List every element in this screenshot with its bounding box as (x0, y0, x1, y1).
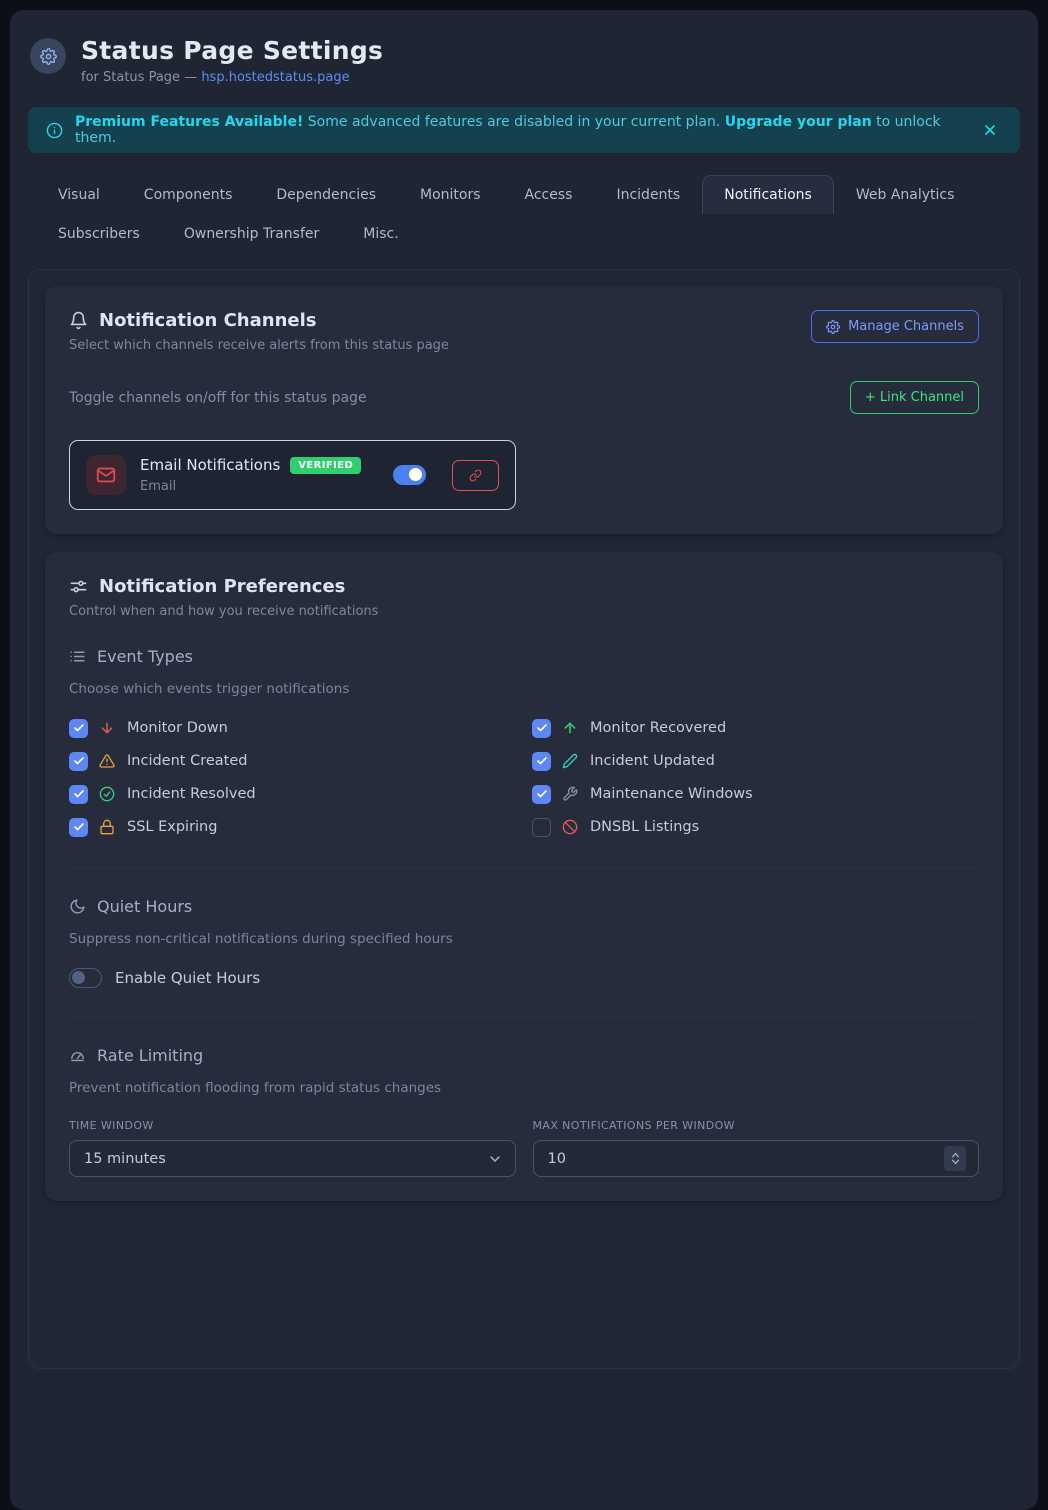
banner-close-icon[interactable] (978, 118, 1002, 142)
gear-icon (30, 38, 66, 74)
pencil-icon (562, 753, 579, 769)
quiet-hours-subtitle: Suppress non-critical notifications duri… (69, 931, 979, 947)
event-types-grid: Monitor Down Monitor Recovered Incident … (69, 716, 979, 839)
event-row-incident-updated[interactable]: Incident Updated (532, 749, 979, 773)
notification-preferences-card: Notification Preferences Control when an… (45, 552, 1003, 1201)
channels-title: Notification Channels (99, 310, 316, 331)
event-row-incident-created[interactable]: Incident Created (69, 749, 516, 773)
notifications-panel: Notification Channels Select which chann… (28, 269, 1020, 1369)
chevron-down-icon (487, 1151, 503, 1167)
link-channel-button[interactable]: + Link Channel (850, 381, 979, 414)
event-types-header: Event Types (69, 647, 979, 666)
manage-channels-button[interactable]: Manage Channels (811, 310, 979, 343)
email-channel-toggle[interactable] (393, 465, 426, 485)
checkbox[interactable] (69, 719, 88, 738)
rate-limiting-form: TIME WINDOW 15 minutes MAX NOTIFICATIONS… (69, 1119, 979, 1177)
tab-incidents[interactable]: Incidents (594, 175, 702, 214)
tab-dependencies[interactable]: Dependencies (254, 175, 398, 214)
page-subtitle: for Status Page — hsp.hostedstatus.page (81, 70, 383, 85)
moon-icon (69, 898, 86, 915)
checkbox[interactable] (532, 818, 551, 837)
gauge-icon (69, 1047, 86, 1064)
mail-icon (86, 455, 126, 495)
settings-page: Status Page Settings for Status Page — h… (10, 10, 1038, 1510)
email-channel-card: Email Notifications VERIFIED Email (69, 440, 516, 510)
status-page-link[interactable]: hsp.hostedstatus.page (201, 70, 349, 85)
max-notifications-input[interactable]: 10 (533, 1140, 980, 1177)
rate-limiting-subtitle: Prevent notification flooding from rapid… (69, 1080, 979, 1096)
slash-icon (562, 819, 579, 835)
event-row-ssl-expiring[interactable]: SSL Expiring (69, 815, 516, 839)
checkbox[interactable] (532, 785, 551, 804)
settings-tabs: Visual Components Dependencies Monitors … (28, 175, 1020, 253)
arrow-down-icon (99, 720, 116, 736)
channel-type: Email (140, 479, 365, 494)
alert-triangle-icon (99, 753, 116, 769)
event-row-maintenance-windows[interactable]: Maintenance Windows (532, 782, 979, 806)
event-row-dnsbl-listings[interactable]: DNSBL Listings (532, 815, 979, 839)
tab-components[interactable]: Components (122, 175, 255, 214)
toggle-channels-hint: Toggle channels on/off for this status p… (69, 390, 367, 406)
number-stepper[interactable] (944, 1146, 966, 1171)
tools-icon (562, 786, 579, 802)
sliders-icon (69, 577, 88, 596)
divider (69, 868, 979, 869)
max-notifications-label: MAX NOTIFICATIONS PER WINDOW (533, 1119, 980, 1132)
channel-name: Email Notifications (140, 456, 280, 474)
page-title: Status Page Settings (81, 36, 383, 65)
banner-title: Premium Features Available! (75, 114, 303, 130)
tab-access[interactable]: Access (503, 175, 595, 214)
tab-visual[interactable]: Visual (36, 175, 122, 214)
tab-misc[interactable]: Misc. (341, 214, 420, 253)
notification-channels-card: Notification Channels Select which chann… (45, 286, 1003, 534)
event-row-incident-resolved[interactable]: Incident Resolved (69, 782, 516, 806)
quiet-hours-toggle-label: Enable Quiet Hours (115, 969, 260, 987)
quiet-hours-toggle[interactable] (69, 968, 102, 988)
checkbox[interactable] (69, 752, 88, 771)
tab-notifications[interactable]: Notifications (702, 175, 834, 214)
event-row-monitor-down[interactable]: Monitor Down (69, 716, 516, 740)
checkbox[interactable] (532, 719, 551, 738)
preferences-title: Notification Preferences (99, 576, 345, 597)
time-window-select[interactable]: 15 minutes (69, 1140, 516, 1177)
info-icon (46, 122, 63, 139)
time-window-label: TIME WINDOW (69, 1119, 516, 1132)
upgrade-plan-link[interactable]: Upgrade your plan (725, 114, 872, 130)
tab-ownership-transfer[interactable]: Ownership Transfer (162, 214, 341, 253)
rate-limiting-header: Rate Limiting (69, 1046, 979, 1065)
channels-subtitle: Select which channels receive alerts fro… (69, 338, 449, 353)
preferences-subtitle: Control when and how you receive notific… (69, 604, 979, 619)
event-row-monitor-recovered[interactable]: Monitor Recovered (532, 716, 979, 740)
checkbox[interactable] (69, 818, 88, 837)
premium-banner: Premium Features Available! Some advance… (28, 107, 1020, 153)
check-circle-icon (99, 786, 116, 802)
event-types-subtitle: Choose which events trigger notification… (69, 681, 979, 697)
checkbox[interactable] (69, 785, 88, 804)
tab-subscribers[interactable]: Subscribers (36, 214, 162, 253)
banner-text: Premium Features Available! Some advance… (75, 114, 966, 146)
verified-badge: VERIFIED (290, 457, 361, 474)
list-icon (69, 648, 86, 665)
quiet-hours-header: Quiet Hours (69, 897, 979, 916)
arrow-up-icon (562, 720, 579, 736)
link-icon (469, 469, 482, 482)
lock-icon (99, 819, 116, 835)
bell-icon (69, 311, 88, 330)
tab-monitors[interactable]: Monitors (398, 175, 503, 214)
divider (69, 1017, 979, 1018)
unlink-channel-button[interactable] (452, 460, 499, 491)
checkbox[interactable] (532, 752, 551, 771)
gear-icon (826, 320, 840, 334)
page-header: Status Page Settings for Status Page — h… (28, 36, 1020, 85)
tab-web-analytics[interactable]: Web Analytics (834, 175, 977, 214)
